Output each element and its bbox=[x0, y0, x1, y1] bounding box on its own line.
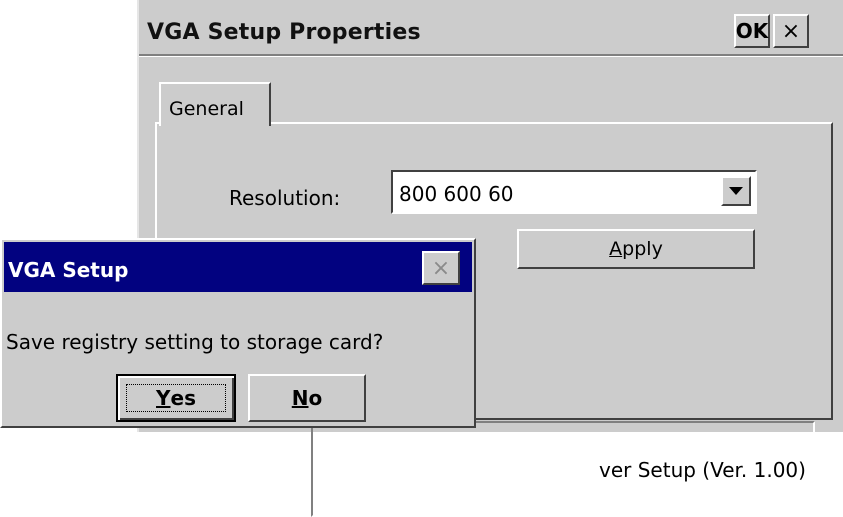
tab-general-label: General bbox=[169, 98, 244, 120]
vga-setup-dialog: VGA Setup × Save registry setting to sto… bbox=[0, 238, 476, 428]
no-button[interactable]: No bbox=[248, 374, 366, 422]
close-button[interactable]: × bbox=[773, 14, 809, 48]
driver-version-text: ver Setup (Ver. 1.00) bbox=[599, 458, 806, 482]
apply-label: pply bbox=[622, 238, 663, 260]
window-titlebar: VGA Setup Properties OK × bbox=[139, 4, 843, 54]
apply-button[interactable]: Apply bbox=[517, 229, 755, 269]
driver-info-group: ver Setup (Ver. 1.00) bbox=[311, 421, 815, 517]
apply-mnemonic: A bbox=[609, 238, 623, 260]
resolution-label: Resolution: bbox=[229, 186, 341, 210]
no-label: o bbox=[308, 386, 323, 410]
no-mnemonic: N bbox=[291, 386, 309, 410]
tab-general[interactable]: General bbox=[159, 82, 271, 126]
dialog-title: VGA Setup bbox=[8, 258, 129, 282]
dialog-titlebar: VGA Setup × bbox=[4, 242, 472, 292]
ok-button[interactable]: OK bbox=[734, 14, 770, 48]
close-icon: × bbox=[781, 18, 801, 44]
chevron-down-icon[interactable] bbox=[721, 176, 751, 206]
titlebar-divider bbox=[139, 54, 843, 57]
dialog-close-button: × bbox=[422, 251, 460, 285]
window-title: VGA Setup Properties bbox=[147, 20, 421, 45]
resolution-dropdown[interactable]: 800 600 60 bbox=[391, 170, 757, 214]
dialog-message: Save registry setting to storage card? bbox=[6, 330, 384, 354]
close-icon: × bbox=[431, 255, 451, 281]
resolution-value: 800 600 60 bbox=[399, 182, 514, 206]
focus-rectangle bbox=[126, 384, 226, 412]
yes-button[interactable]: Yes bbox=[116, 374, 236, 422]
